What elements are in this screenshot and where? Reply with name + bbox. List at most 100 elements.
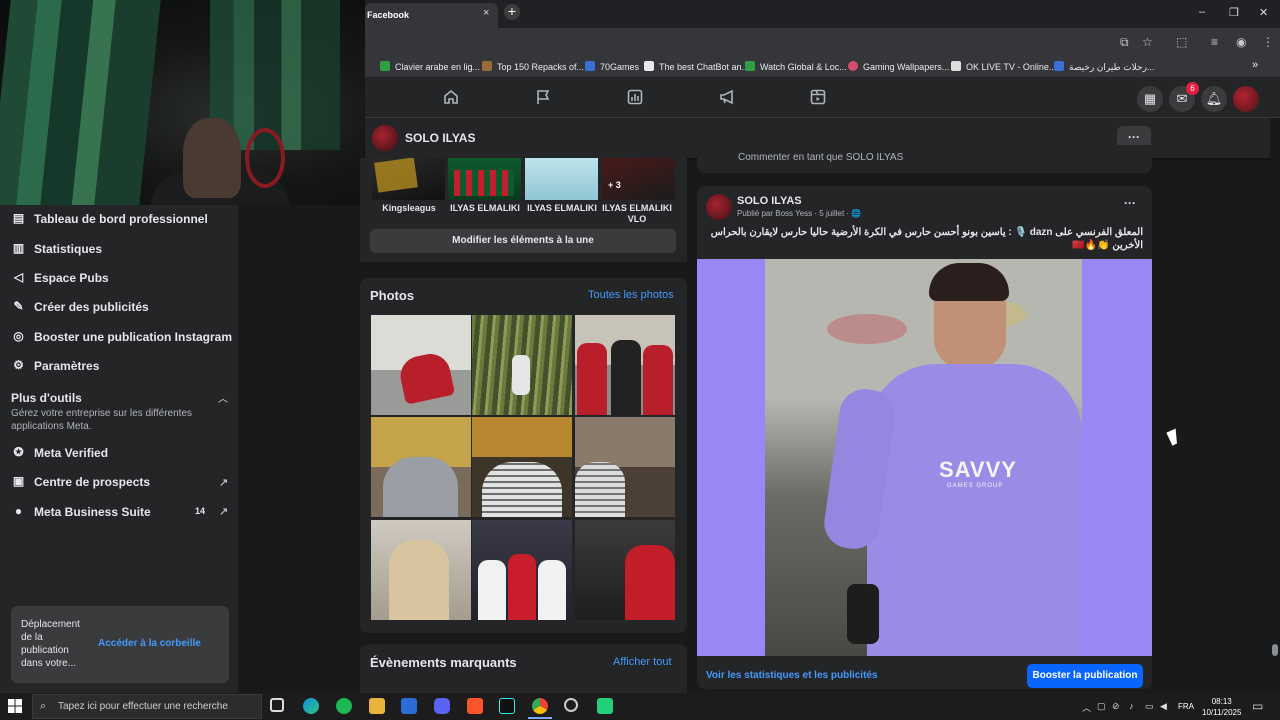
clock-date: 10/11/2025 [1202, 708, 1242, 717]
sidebar-item-settings[interactable]: ⚙ Paramètres [0, 353, 238, 379]
browser-menu-icon[interactable]: ⋮ [1262, 35, 1274, 49]
photo-thumb[interactable] [371, 315, 471, 415]
sidebar-item-label: Espace Pubs [34, 271, 109, 285]
apps-menu-icon[interactable]: ▦ [1137, 86, 1163, 112]
modify-featured-button[interactable]: Modifier les éléments à la une [370, 229, 676, 253]
notification-center-icon[interactable]: ▭ [1252, 699, 1263, 713]
tab-close-icon[interactable]: × [483, 7, 489, 19]
more-tools-description: Gérez votre entreprise sur les différent… [11, 408, 193, 432]
flag-icon[interactable] [534, 88, 552, 106]
boost-post-button[interactable]: Booster la publication [1027, 664, 1143, 688]
language-indicator[interactable]: FRA [1178, 702, 1194, 711]
insights-icon: ▥ [12, 241, 25, 255]
show-all-events-link[interactable]: Afficher tout [613, 656, 672, 668]
store-icon[interactable] [401, 698, 417, 714]
bookmark-item[interactable]: رحلات طيران رخيصة... [1054, 61, 1154, 73]
photo-thumb[interactable] [472, 315, 572, 415]
sponsor-logo: SAVVY [939, 457, 1017, 482]
photo-thumb[interactable] [371, 520, 471, 620]
sidebar-item-label: Créer des publicités [34, 300, 149, 314]
close-window-button[interactable]: ✕ [1259, 6, 1268, 19]
featured-thumb[interactable] [525, 158, 598, 200]
featured-caption: ILYAS ELMALIKI [450, 203, 520, 213]
brave-icon[interactable] [467, 698, 483, 714]
tiktok-icon[interactable] [499, 698, 515, 714]
microphone-icon[interactable]: ♪ [1129, 701, 1134, 711]
post-author-name[interactable]: SOLO ILYAS [737, 195, 802, 207]
page-avatar[interactable] [372, 125, 398, 151]
restore-button[interactable]: ❐ [1229, 6, 1239, 19]
featured-caption: ILYAS ELMALIKI VLO [602, 203, 672, 224]
view-stats-link[interactable]: Voir les statistiques et les publicités [706, 670, 878, 681]
discord-icon[interactable] [434, 698, 450, 714]
bookmark-item[interactable]: 70Games [585, 61, 639, 72]
bookmark-item[interactable]: The best ChatBot an... [644, 61, 749, 72]
volume-icon[interactable]: ◀ [1160, 701, 1167, 712]
taskbar-search-input[interactable]: Tapez ici pour effectuer une recherche [58, 701, 228, 712]
bookmark-item[interactable]: OK LIVE TV - Online... [951, 61, 1056, 72]
home-icon[interactable] [442, 88, 460, 106]
page-title[interactable]: SOLO ILYAS [405, 131, 475, 145]
sidebar-item-boost-instagram[interactable]: ◎ Booster une publication Instagram [0, 324, 238, 350]
go-to-trash-button[interactable]: Accéder à la corbeille [98, 638, 201, 649]
post-more-button[interactable]: ··· [1124, 196, 1136, 210]
windows-start-icon[interactable] [8, 699, 22, 713]
task-view-icon[interactable] [270, 698, 284, 712]
more-tools-title[interactable]: Plus d'outils [11, 391, 82, 405]
notifications-bell-icon[interactable]: 🔔︎ [1201, 86, 1227, 112]
all-photos-link[interactable]: Toutes les photos [588, 289, 674, 301]
network-off-icon[interactable]: ⊘ [1112, 701, 1120, 712]
featured-thumb[interactable]: + 3 [602, 158, 675, 200]
photo-thumb[interactable] [575, 520, 675, 620]
sidebar-item-ads[interactable]: ◁ Espace Pubs [0, 265, 238, 291]
featured-thumb[interactable] [448, 158, 521, 200]
photo-thumb[interactable] [575, 315, 675, 415]
post-image[interactable]: SAVVY GAMES GROUP [697, 259, 1152, 656]
photo-thumb[interactable] [472, 520, 572, 620]
bookmark-item[interactable]: Clavier arabe en lig... [380, 61, 480, 72]
minimize-button[interactable]: – [1199, 6, 1205, 18]
game-app-icon[interactable] [597, 698, 613, 714]
dashboard-icon[interactable] [626, 88, 644, 106]
bookmark-item[interactable]: Gaming Wallpapers... [848, 61, 949, 72]
bookmarks-overflow-icon[interactable]: » [1252, 59, 1258, 71]
new-tab-button[interactable]: + [504, 4, 520, 20]
bookmark-item[interactable]: Watch Global & Loc... [745, 61, 847, 72]
photo-thumb[interactable] [371, 417, 471, 517]
sidebar-item-meta-verified[interactable]: ✪ Meta Verified [0, 440, 238, 466]
page-scrollbar[interactable] [1270, 118, 1280, 693]
media-control-icon[interactable]: ≡ [1211, 35, 1218, 49]
chrome-icon[interactable] [532, 698, 548, 714]
toast-message: Déplacement de la publication dans votre… [21, 619, 80, 669]
bookmark-item[interactable]: Top 150 Repacks of... [482, 61, 584, 72]
display-icon[interactable]: ▭ [1145, 701, 1154, 712]
tab-facebook[interactable]: Facebook [365, 3, 498, 28]
sidebar-item-dashboard[interactable]: ▤ Tableau de bord professionnel [0, 206, 238, 232]
megaphone-icon[interactable] [718, 88, 736, 106]
spotify-icon[interactable] [336, 698, 352, 714]
file-explorer-icon[interactable] [369, 698, 385, 714]
post-text: المعلق الفرنسي على dazn 🎙️ : ياسين بونو … [710, 227, 1143, 251]
tray-chevron-icon[interactable]: ︿ [1082, 701, 1091, 714]
edge-icon[interactable] [303, 698, 319, 714]
post-author-avatar[interactable] [706, 194, 732, 220]
scrollbar-thumb[interactable] [1272, 644, 1278, 656]
taskbar-clock[interactable]: 08:13 10/11/2025 [1202, 696, 1241, 718]
bookmark-star-icon[interactable]: ☆ [1142, 35, 1153, 49]
reels-icon[interactable] [809, 88, 827, 106]
sidebar-item-insights[interactable]: ▥ Statistiques [0, 236, 238, 262]
photo-thumb[interactable] [472, 417, 572, 517]
profile-icon[interactable]: ◉ [1236, 35, 1246, 49]
sidebar-item-leads-center[interactable]: ▣ Centre de prospects [0, 469, 238, 495]
steam-icon[interactable] [564, 698, 578, 712]
sidebar-item-create-ads[interactable]: ✎ Créer des publicités [0, 294, 238, 320]
account-avatar[interactable] [1233, 86, 1259, 112]
comment-input[interactable]: Commenter en tant que SOLO ILYAS [738, 152, 903, 163]
photo-thumb[interactable] [575, 417, 675, 517]
extensions-icon[interactable]: ⬚ [1176, 35, 1187, 49]
featured-thumb[interactable] [372, 158, 445, 200]
sidebar-item-label: Meta Business Suite [34, 505, 151, 519]
tray-app-icon[interactable]: ▢ [1097, 701, 1106, 712]
chevron-up-icon[interactable]: ︿ [218, 390, 228, 405]
install-app-icon[interactable]: ⧉ [1120, 35, 1129, 50]
